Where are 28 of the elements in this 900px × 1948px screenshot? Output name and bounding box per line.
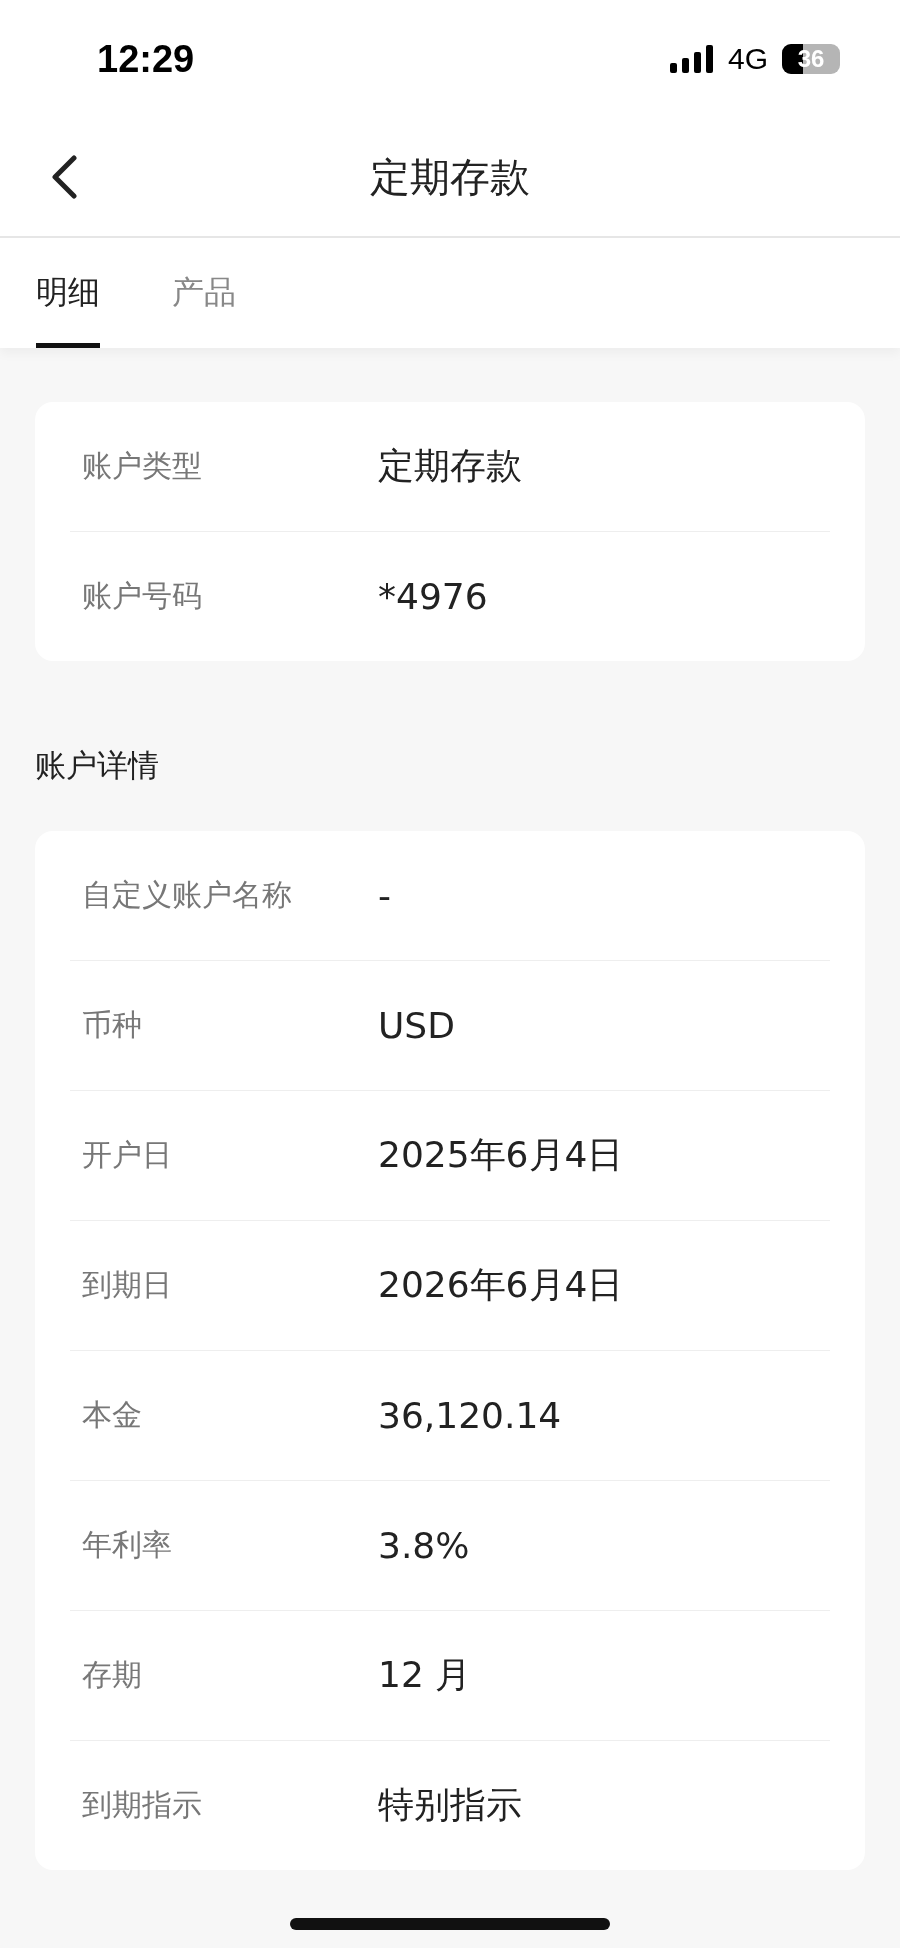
field-value: 定期存款: [378, 444, 522, 488]
field-value: -: [378, 875, 391, 916]
field-value: 2026年6月4日: [378, 1263, 624, 1307]
field-label: 开户日: [81, 1136, 173, 1174]
field-label: 年利率: [81, 1526, 173, 1564]
field-label: 本金: [81, 1396, 143, 1434]
field-label: 存期: [81, 1656, 143, 1694]
status-time: 12:29: [97, 37, 195, 81]
field-value: USD: [378, 1005, 455, 1046]
field-label: 到期指示: [81, 1786, 203, 1824]
back-icon[interactable]: [51, 155, 77, 199]
field-label: 账户号码: [81, 577, 203, 615]
network-label: 4G: [727, 42, 768, 76]
field-value: *4976: [378, 576, 488, 617]
field-label: 到期日: [81, 1266, 173, 1304]
page-title: 定期存款: [370, 152, 530, 202]
field-label: 账户类型: [81, 447, 203, 485]
field-value: 3.8%: [378, 1525, 470, 1566]
field-value: 特别指示: [378, 1783, 522, 1827]
field-label: 币种: [81, 1006, 143, 1044]
field-value: 12 月: [378, 1653, 472, 1697]
tab[interactable]: 产品: [172, 238, 236, 348]
field-value: 36,120.14: [378, 1395, 562, 1436]
field-label: 自定义账户名称: [81, 876, 293, 914]
field-value: 2025年6月4日: [378, 1133, 624, 1177]
section-title: 账户详情: [35, 746, 160, 785]
tab[interactable]: 明细: [36, 238, 100, 348]
signal-icon: [669, 45, 714, 73]
